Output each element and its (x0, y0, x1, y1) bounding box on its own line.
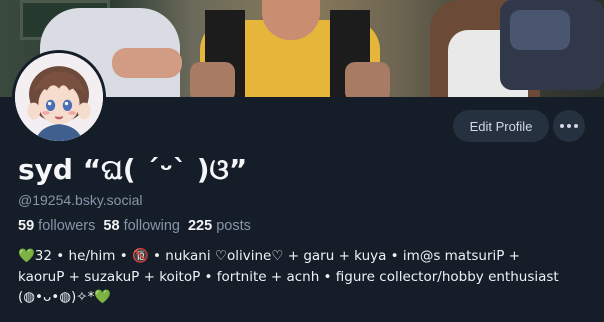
posts-label: posts (216, 218, 251, 234)
bio-line: kaoruP + suzakuP + koitoP • fortnite + a… (18, 268, 559, 285)
edit-profile-button[interactable]: Edit Profile (453, 110, 549, 142)
avatar-illustration (15, 53, 103, 141)
display-name: syd “ଘ( ˊᵕˋ )ଓ” (18, 153, 248, 186)
bio-line: 💚32 • he/him • 🔞 • nukani ♡olivine♡ + ga… (18, 248, 521, 264)
profile-bio: 💚32 • he/him • 🔞 • nukani ♡olivine♡ + ga… (18, 246, 598, 308)
followers-link[interactable]: 59 followers (18, 218, 95, 234)
ellipsis-icon (560, 124, 564, 128)
banner-arm-left (190, 62, 235, 97)
ellipsis-icon (574, 124, 578, 128)
profile-stats: 59 followers 58 following 225 posts (18, 218, 251, 234)
following-label: following (123, 218, 180, 234)
following-link[interactable]: 58 following (103, 218, 180, 234)
following-count: 58 (103, 218, 120, 234)
banner-arm-right (345, 62, 390, 97)
banner-glove-detail (510, 10, 570, 50)
followers-label: followers (38, 218, 96, 234)
banner-arm (112, 48, 182, 78)
more-options-button[interactable] (553, 110, 585, 142)
posts-count: 225 (187, 218, 213, 234)
avatar[interactable] (12, 50, 106, 144)
profile-handle: @19254.bsky.social (18, 192, 143, 208)
ellipsis-icon (567, 124, 571, 128)
posts-stat: 225 posts (188, 218, 251, 234)
followers-count: 59 (18, 218, 35, 234)
bio-line: (◍•ᴗ•◍)✧*💚 (18, 289, 112, 305)
